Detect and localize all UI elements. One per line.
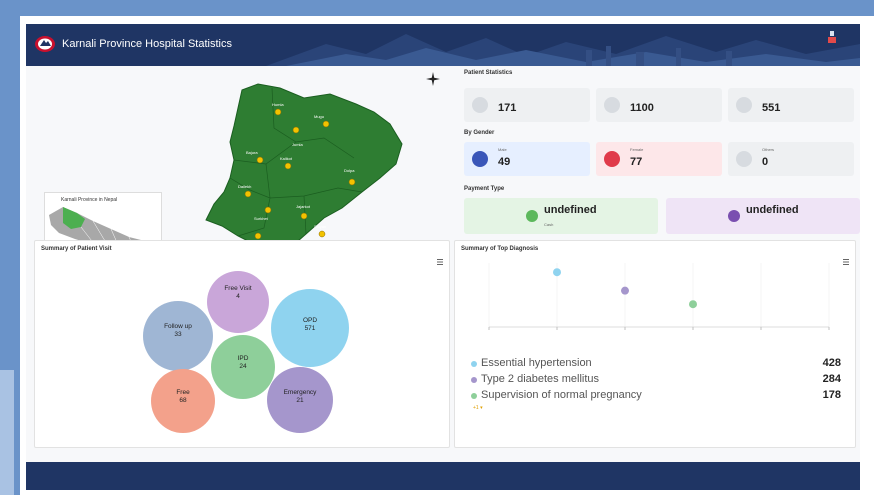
legend-more-toggle[interactable]: +1 ▾ <box>473 405 483 411</box>
legend-name: Supervision of normal pregnancy <box>481 389 642 401</box>
district-label: Kalikot <box>280 156 293 161</box>
bubble-label: IPD <box>237 355 249 362</box>
scatter-point[interactable] <box>621 286 629 295</box>
app-header: Karnali Province Hospital Statistics <box>26 24 860 66</box>
gender-label: Male <box>498 147 507 152</box>
patient-statistics-title: Patient Statistics <box>464 70 513 76</box>
scatter-point[interactable] <box>553 268 561 277</box>
chart-icon <box>736 97 752 113</box>
user-icon <box>472 97 488 113</box>
legend-dot <box>471 361 477 367</box>
legend-value: 428 <box>822 357 841 369</box>
frame-left-accent <box>0 370 14 495</box>
bubble-value: 21 <box>296 397 304 404</box>
bubble-label: Follow up <box>164 323 192 330</box>
frame-top <box>0 0 874 16</box>
legend-dot <box>471 377 477 383</box>
district-label: Mugu <box>314 114 324 119</box>
district-label: Dailekh <box>238 184 251 189</box>
menu-icon[interactable] <box>437 259 443 265</box>
visit-bubble-opd[interactable]: OPD 571 <box>271 289 349 367</box>
male-icon <box>472 151 488 167</box>
insurance-icon <box>728 210 740 222</box>
bubble-label: Emergency <box>283 389 317 396</box>
district-label: Bajura <box>246 150 258 155</box>
district-label: Jajarkot <box>296 204 311 209</box>
user-avatar-icon <box>828 31 836 43</box>
stat-card[interactable]: 1100 <box>596 88 722 122</box>
visit-bubble-ipd[interactable]: IPD 24 <box>211 335 275 399</box>
legend-value: 178 <box>822 389 841 401</box>
payment-type-title: Payment Type <box>464 186 505 192</box>
legend-name: Essential hypertension <box>481 357 592 369</box>
bubble-label: OPD <box>302 317 318 324</box>
patient-visit-panel: Summary of Patient Visit Free Visit 4 Fo… <box>34 240 450 448</box>
gender-card-female[interactable]: Female 77 <box>596 142 722 176</box>
female-icon <box>604 151 620 167</box>
gender-label: Female <box>630 147 644 152</box>
stat-card[interactable]: 551 <box>728 88 854 122</box>
top-diagnosis-title: Summary of Top Diagnosis <box>461 246 539 252</box>
payment-label: Cash <box>544 222 554 227</box>
app-footer <box>26 462 860 490</box>
app-title: Karnali Province Hospital Statistics <box>62 38 232 50</box>
nepal-emblem-logo <box>35 36 55 52</box>
district-label: Humla <box>272 102 284 107</box>
visit-bubble-free-visit[interactable]: Free Visit 4 <box>207 271 269 333</box>
gender-value: 77 <box>630 156 643 168</box>
district-label: Jumla <box>292 142 303 147</box>
top-diagnosis-panel: Summary of Top Diagnosis Essential hyper… <box>454 240 856 448</box>
legend-item[interactable]: Type 2 diabetes mellitus 284 <box>471 373 841 387</box>
chart-grid <box>488 263 830 330</box>
bubble-label: Free Visit <box>224 285 252 292</box>
by-gender-title: By Gender <box>464 130 495 136</box>
gender-label: Others <box>762 147 775 152</box>
diagnosis-scatter-chart[interactable] <box>459 257 851 349</box>
user-menu[interactable] <box>812 30 852 62</box>
user-icon <box>736 151 752 167</box>
legend-dot <box>471 393 477 399</box>
payment-card-insurance[interactable]: undefined <box>666 198 860 234</box>
statistics-panel: Patient Statistics 171 1100 551 By Gende… <box>460 68 860 258</box>
bubble-label: Free <box>176 389 190 396</box>
payment-card-cash[interactable]: undefined Cash <box>464 198 658 234</box>
bubble-value: 33 <box>174 331 182 338</box>
stat-value: 551 <box>762 102 784 114</box>
district-label: Dolpa <box>344 168 355 173</box>
district-label: Salyan <box>314 224 326 229</box>
scatter-point[interactable] <box>689 300 697 309</box>
gender-value: 0 <box>762 156 769 168</box>
province-map[interactable]: Humla Mugu Bajura Kalikot Jumla Dolpa Da… <box>34 68 454 260</box>
sparkle-icon <box>426 72 440 86</box>
legend-value: 284 <box>822 373 841 385</box>
visit-bubble-follow-up[interactable]: Follow up 33 <box>143 301 213 371</box>
bubble-value: 4 <box>236 293 240 300</box>
user-icon <box>604 97 620 113</box>
legend-item[interactable]: Supervision of normal pregnancy 178 <box>471 389 841 403</box>
legend-name: Type 2 diabetes mellitus <box>481 373 600 385</box>
bubble-value: 68 <box>179 397 187 404</box>
legend-item[interactable]: Essential hypertension 428 <box>471 357 841 371</box>
gender-card-male[interactable]: Male 49 <box>464 142 590 176</box>
visit-bubble-emergency[interactable]: Emergency 21 <box>267 367 333 433</box>
visit-bubble-free[interactable]: Free 68 <box>151 369 215 433</box>
district-label: Surkhet <box>254 216 269 221</box>
cash-icon <box>526 210 538 222</box>
stat-value: 171 <box>498 102 517 114</box>
dashboard-app: Karnali Province Hospital Statistics Hum… <box>26 24 860 490</box>
bubble-value: 571 <box>304 325 316 332</box>
stat-value: 1100 <box>630 102 654 114</box>
gender-value: 49 <box>498 156 511 168</box>
stat-card[interactable]: 171 <box>464 88 590 122</box>
patient-visit-title: Summary of Patient Visit <box>41 246 112 252</box>
payment-value: undefined <box>746 204 799 216</box>
gender-card-others[interactable]: Others 0 <box>728 142 854 176</box>
bubble-value: 24 <box>239 363 247 370</box>
payment-value: undefined <box>544 204 597 216</box>
stat-value-number: 551 <box>762 102 781 114</box>
